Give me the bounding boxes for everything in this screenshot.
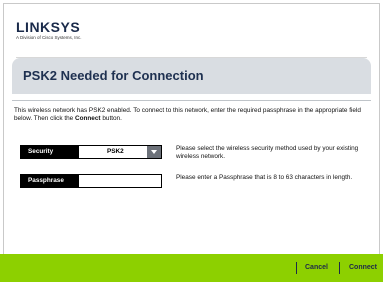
wizard-window: LINKSYS A Division of Cisco Systems, Inc… — [3, 3, 380, 279]
passphrase-input[interactable] — [78, 174, 162, 188]
passphrase-help-text: Please enter a Passphrase that is 8 to 6… — [176, 174, 353, 181]
footer-separator — [339, 262, 340, 274]
footer-separator — [296, 262, 297, 274]
intro-connect-emphasis: Connect — [74, 115, 101, 122]
title-bar: PSK2 Needed for Connection — [12, 58, 371, 94]
intro-text: This wireless network has PSK2 enabled. … — [14, 107, 366, 123]
intro-text-part1: This wireless network has PSK2 enabled. … — [14, 107, 361, 122]
security-help-text: Please select the wireless security meth… — [176, 145, 359, 160]
security-selected-value: PSK2 — [107, 148, 124, 155]
page-title: PSK2 Needed for Connection — [23, 68, 204, 83]
logo-tagline: A Division of Cisco Systems, Inc. — [16, 35, 82, 40]
title-divider — [12, 100, 371, 101]
logo-wordmark: LINKSYS — [16, 19, 81, 35]
passphrase-label: Passphrase — [20, 174, 78, 188]
connect-button[interactable]: Connect — [349, 263, 377, 273]
security-select[interactable]: PSK2 — [78, 145, 162, 159]
dropdown-arrow-icon[interactable] — [147, 146, 161, 158]
security-label: Security — [20, 145, 78, 159]
intro-text-part2: button. — [100, 115, 122, 122]
linksys-logo: LINKSYS A Division of Cisco Systems, Inc… — [16, 20, 82, 40]
cancel-button[interactable]: Cancel — [305, 263, 328, 273]
